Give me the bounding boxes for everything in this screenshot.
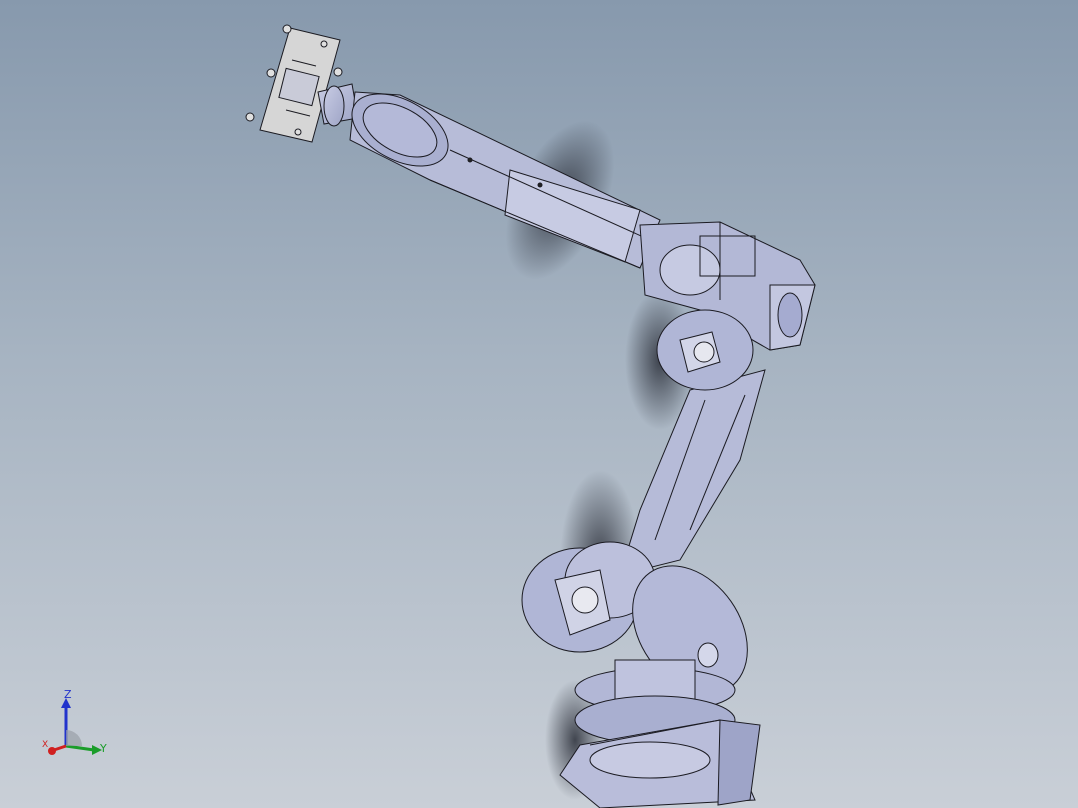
triad-x-label: X [42,740,49,750]
triad-icon: Z Y X [40,688,120,768]
cad-viewport[interactable]: Z Y X [0,0,1078,808]
robot-base[interactable] [559,659,761,808]
robot-arm-model[interactable] [0,0,1078,808]
triad-z-label: Z [64,688,72,701]
triad-y-label: Y [100,742,107,755]
end-effector-plate[interactable] [245,24,343,143]
